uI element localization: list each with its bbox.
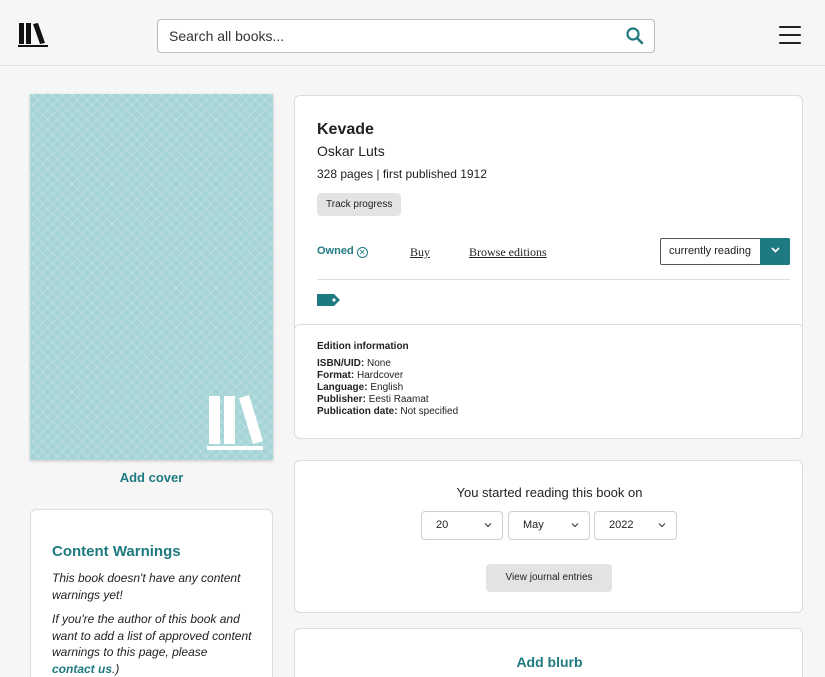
edition-isbn: ISBN/UID: None <box>317 358 391 369</box>
start-year-value: 2022 <box>609 519 634 531</box>
search-icon[interactable] <box>625 26 645 46</box>
reading-start-card: You started reading this book on 20 May … <box>294 460 803 613</box>
bookshelf-cover-icon <box>207 395 263 450</box>
reading-status-value: currently reading <box>669 245 751 257</box>
content-warnings-panel: Content Warnings This book doesn't have … <box>30 509 273 677</box>
search-input[interactable] <box>158 20 598 52</box>
card-divider <box>317 279 790 280</box>
book-author[interactable]: Oskar Luts <box>317 143 385 159</box>
edition-info-heading: Edition information <box>317 341 409 352</box>
reading-status-dropdown[interactable]: currently reading <box>660 238 790 265</box>
buy-link[interactable]: Buy <box>410 245 430 260</box>
hamburger-menu-icon[interactable] <box>779 26 801 44</box>
top-navigation-bar <box>0 0 825 66</box>
start-day-select[interactable]: 20 <box>421 511 503 540</box>
view-journal-entries-button[interactable]: View journal entries <box>486 564 612 592</box>
start-day-value: 20 <box>436 519 449 531</box>
add-blurb-link[interactable]: Add blurb <box>295 654 804 670</box>
track-progress-button[interactable]: Track progress <box>317 193 402 216</box>
start-year-select[interactable]: 2022 <box>594 511 677 540</box>
browse-editions-link[interactable]: Browse editions <box>469 245 547 260</box>
edition-information-panel: Edition information ISBN/UID: None Forma… <box>295 324 802 438</box>
edition-publisher: Publisher: Eesti Raamat <box>317 394 429 405</box>
edition-format: Format: Hardcover <box>317 370 404 381</box>
content-warnings-empty-text: This book doesn't have any content warni… <box>52 571 241 602</box>
remove-owned-icon[interactable]: ✕ <box>356 247 368 258</box>
content-warnings-title: Content Warnings <box>52 543 181 560</box>
start-month-value: May <box>523 519 544 531</box>
edition-publication-date: Publication date: Not specified <box>317 406 459 417</box>
contact-us-link[interactable]: contact us <box>52 662 112 676</box>
content-warnings-author-text: If you're the author of this book and wa… <box>52 611 252 677</box>
chevron-down-icon <box>484 523 492 528</box>
chevron-down-icon[interactable] <box>760 238 790 265</box>
edition-language: Language: English <box>317 382 404 393</box>
owned-label: Owned <box>317 245 354 257</box>
chevron-down-icon <box>571 523 579 528</box>
book-title: Kevade <box>317 121 374 138</box>
blurb-card: Add blurb <box>294 628 803 677</box>
tag-icon[interactable] <box>317 294 341 306</box>
add-cover-link[interactable]: Add cover <box>30 470 273 485</box>
chevron-down-icon <box>658 523 666 528</box>
book-details-card: Kevade Oskar Luts 328 pages | first publ… <box>294 95 803 439</box>
book-meta: 328 pages | first published 1912 <box>317 167 487 181</box>
book-cover-placeholder[interactable] <box>30 94 273 460</box>
author-instruction-text: If you're the author of this book and wa… <box>52 612 252 659</box>
search-bar <box>157 19 655 53</box>
start-month-select[interactable]: May <box>508 511 590 540</box>
author-instruction-suffix: .) <box>112 661 120 676</box>
bookshelf-logo-icon[interactable] <box>18 22 50 48</box>
owned-toggle[interactable]: Owned ✕ <box>317 245 368 258</box>
reading-start-label: You started reading this book on <box>456 485 643 500</box>
